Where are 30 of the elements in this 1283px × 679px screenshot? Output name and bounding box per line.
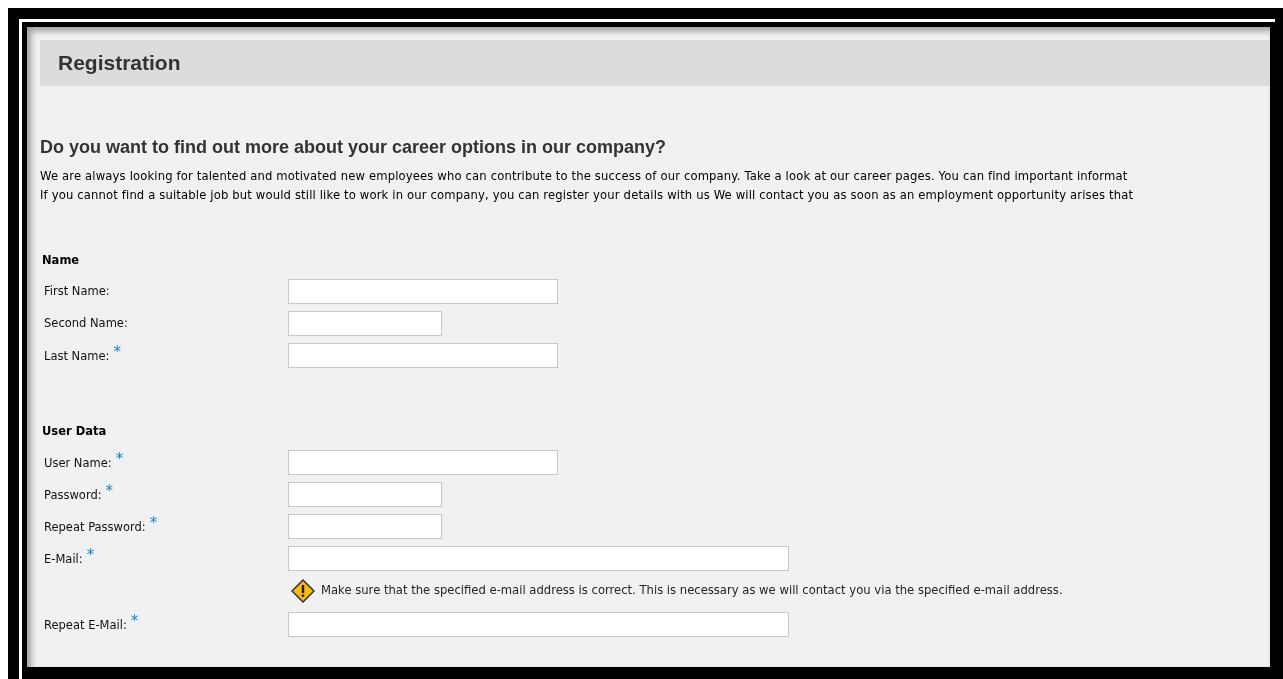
input-field[interactable] <box>288 342 558 368</box>
field-label: Repeat Password: <box>44 520 146 535</box>
intro-text: We are always looking for talented and motivated new employees who can contribute to the success of our company. Take a look at our career pages. You can find important informat <box>40 168 1129 185</box>
required-asterisk: * <box>113 343 121 361</box>
required-asterisk: * <box>149 514 158 533</box>
input-field[interactable] <box>288 612 789 637</box>
required-asterisk: * <box>130 612 139 631</box>
input-field[interactable] <box>288 310 442 336</box>
required-asterisk: * <box>86 546 95 565</box>
input-field[interactable] <box>288 514 442 539</box>
section-heading: Do you want to find out more about your career options in our company? <box>40 136 668 159</box>
section-title: User Data <box>42 423 108 441</box>
section-title: Name <box>42 252 81 269</box>
warning-icon <box>291 578 315 603</box>
field-label: E-Mail: <box>44 552 83 567</box>
page-title: Registration <box>58 50 181 77</box>
field-label: First Name: <box>44 283 110 298</box>
input-field[interactable] <box>288 546 789 571</box>
field-label: Last Name: <box>44 349 110 363</box>
field-label: Repeat E-Mail: <box>44 618 127 633</box>
input-field[interactable] <box>288 450 558 475</box>
required-asterisk: * <box>115 450 124 469</box>
notice-text: Make sure that the specified e-mail address is correct. This is necessary as we will contact you via the specified e-mail address. <box>321 581 1063 599</box>
field-label: User Name: <box>44 456 112 471</box>
field-label: Password: <box>44 488 102 503</box>
field-label: Second Name: <box>44 315 128 330</box>
input-field[interactable] <box>288 278 558 304</box>
intro-text: If you cannot find a suitable job but would still like to work in our company, you can register your details with us We will contact you as soon as an employment opportunity arises that <box>40 187 1135 204</box>
input-field[interactable] <box>288 482 442 507</box>
required-asterisk: * <box>105 482 114 501</box>
